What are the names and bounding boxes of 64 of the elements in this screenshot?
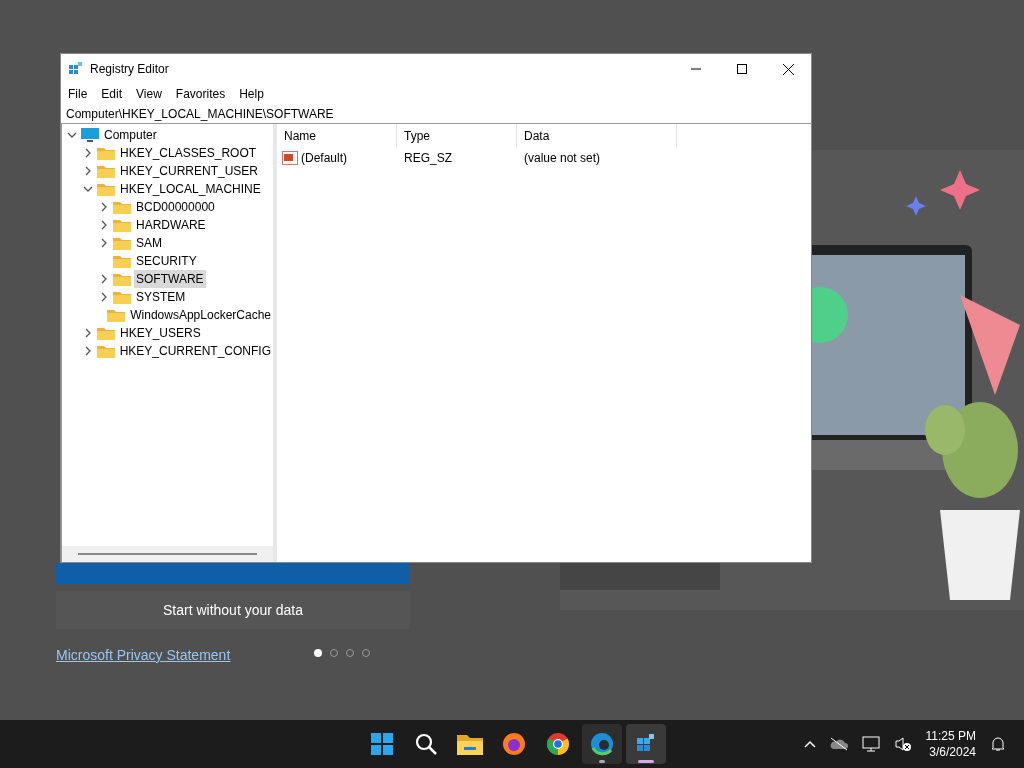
cubes-icon: [68, 61, 84, 77]
horizontal-scrollbar[interactable]: [62, 546, 273, 562]
tree-item[interactable]: SAM: [134, 234, 164, 252]
tree-item[interactable]: SECURITY: [134, 252, 199, 270]
tree-item[interactable]: HKEY_CURRENT_CONFIG: [117, 342, 273, 360]
clock-date[interactable]: 3/6/2024: [929, 744, 976, 760]
maximize-icon: [737, 64, 747, 74]
folder-icon: [97, 146, 115, 160]
tree-item[interactable]: WindowsAppLockerCache: [128, 306, 273, 324]
tree-item[interactable]: Computer: [102, 126, 159, 144]
table-cell-text: (Default): [301, 150, 347, 167]
column-header[interactable]: Type: [397, 124, 517, 148]
menu-item[interactable]: File: [68, 85, 88, 103]
folder-icon: [113, 254, 131, 268]
wave-swirl-icon: [590, 732, 614, 756]
string-value-icon: [282, 151, 298, 165]
fox-globe-icon: [502, 732, 526, 756]
folder-icon: [457, 733, 483, 755]
folder-icon: [97, 182, 115, 196]
folder-icon: [97, 326, 115, 340]
privacy-statement-link[interactable]: Microsoft Privacy Statement: [56, 645, 231, 666]
tree-item[interactable]: HARDWARE: [134, 216, 208, 234]
folder-icon: [113, 290, 131, 304]
clock-time[interactable]: 11:25 PM: [925, 728, 976, 744]
volume-muted-icon[interactable]: [893, 736, 912, 752]
search-icon: [414, 732, 438, 756]
collapse-chevron-icon[interactable]: [83, 328, 93, 338]
menu-item[interactable]: Help: [239, 85, 264, 103]
address-bar[interactable]: Computer\HKEY_LOCAL_MACHINE\SOFTWARE: [61, 104, 811, 124]
folder-icon: [113, 272, 131, 286]
taskbar-app-button[interactable]: [626, 724, 666, 764]
close-icon: [782, 63, 794, 75]
tree-item[interactable]: SOFTWARE: [134, 270, 206, 288]
folder-icon: [113, 200, 131, 214]
menu-item[interactable]: Edit: [101, 85, 123, 103]
expand-chevron-icon[interactable]: [83, 184, 93, 194]
windows-start-icon: [370, 732, 394, 756]
menu-item[interactable]: View: [136, 85, 162, 103]
folder-icon: [113, 236, 131, 250]
table-cell-text: (value not set): [523, 150, 602, 167]
notification-bell-icon[interactable]: [990, 736, 1006, 752]
taskbar-app-button[interactable]: [582, 724, 622, 764]
table-cell-text: REG_SZ: [403, 150, 453, 167]
tree-item[interactable]: BCD00000000: [134, 198, 217, 216]
cloud-off-icon[interactable]: [829, 737, 848, 751]
folder-icon: [107, 308, 126, 322]
tree-item[interactable]: SYSTEM: [134, 288, 188, 306]
folder-icon: [113, 218, 131, 232]
browser-ball-icon: [546, 732, 570, 756]
column-header[interactable]: Data: [517, 124, 677, 148]
start-without-data-button[interactable]: Start without your data: [56, 591, 410, 629]
tree-item[interactable]: HKEY_USERS: [118, 324, 203, 342]
monitor-icon: [81, 127, 99, 143]
tree-item[interactable]: HKEY_CLASSES_ROOT: [118, 144, 259, 162]
tree-item[interactable]: HKEY_LOCAL_MACHINE: [118, 180, 263, 198]
folder-icon: [97, 164, 115, 178]
network-icon[interactable]: [861, 736, 880, 752]
menu-item[interactable]: Favorites: [175, 85, 226, 103]
column-header[interactable]: Name: [277, 124, 397, 148]
tree-item[interactable]: HKEY_CURRENT_USER: [118, 162, 261, 180]
window-title: Registry Editor: [90, 61, 170, 78]
chevron-up-icon[interactable]: [803, 740, 816, 748]
folder-icon: [96, 344, 115, 358]
expand-chevron-icon[interactable]: [67, 130, 77, 140]
